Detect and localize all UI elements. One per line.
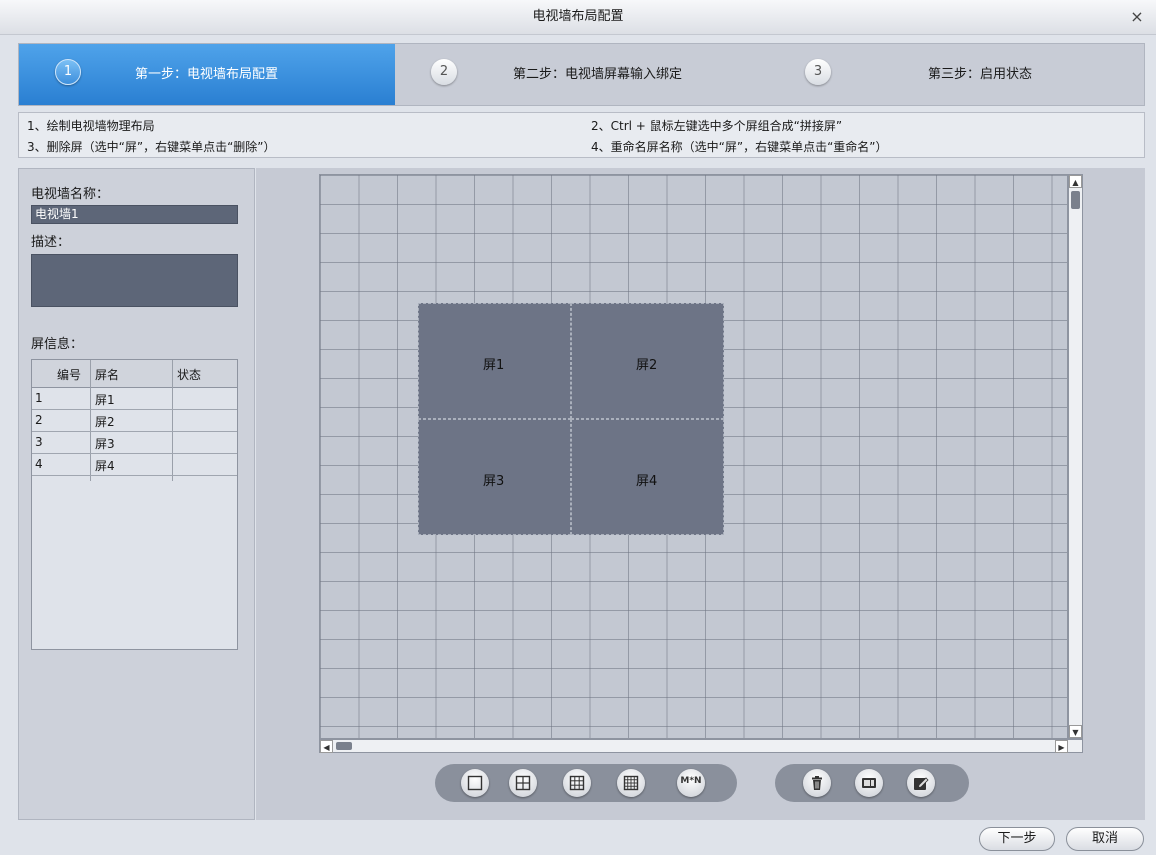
single-screen-icon[interactable] xyxy=(461,769,489,797)
screen-tile-label: 屏2 xyxy=(636,358,658,373)
screen-tile-label: 屏1 xyxy=(483,358,505,373)
scroll-left-icon[interactable]: ◀ xyxy=(320,740,333,753)
row-name: 屏4 xyxy=(95,459,115,473)
layout-toolbar: M*N xyxy=(435,764,737,802)
grid-3x3-icon[interactable] xyxy=(563,769,591,797)
step-2-label: 第二步：电视墙屏幕输入绑定 xyxy=(513,67,683,82)
instruction-2: 2、Ctrl + 鼠标左键选中多个屏组合成“拼接屏” xyxy=(591,119,843,133)
layout-area: 屏1 屏2 屏3 屏4 ▲ ▼ ◀ ▶ M*N xyxy=(256,168,1145,820)
row-id: 3 xyxy=(35,435,43,449)
row-name: 屏3 xyxy=(95,437,115,451)
wall-name-input[interactable]: 电视墙1 xyxy=(31,205,238,224)
custom-grid-icon[interactable]: M*N xyxy=(677,769,705,797)
table-row[interactable]: 2 屏2 xyxy=(32,410,237,432)
grid-4x4-icon[interactable] xyxy=(617,769,645,797)
row-name: 屏1 xyxy=(95,393,115,407)
step-1-number: 1 xyxy=(55,59,81,85)
horizontal-scroll-thumb[interactable] xyxy=(336,742,352,750)
description-label: 描述： xyxy=(31,235,71,250)
grid-2x2-icon[interactable] xyxy=(509,769,537,797)
step-3-label: 第三步：启用状态 xyxy=(928,67,1033,82)
screen-tile-label: 屏4 xyxy=(636,474,658,489)
screen-tile[interactable]: 屏1 xyxy=(418,303,571,419)
step-bar: 1 第一步：电视墙布局配置 2 第二步：电视墙屏幕输入绑定 3 第三步：启用状态 xyxy=(18,43,1145,106)
description-input[interactable] xyxy=(31,254,238,307)
step-1-label: 第一步：电视墙布局配置 xyxy=(135,67,279,82)
column-header-name: 屏名 xyxy=(95,368,120,382)
screen-table: 编号 屏名 状态 1 屏1 2 屏2 3 屏3 4 屏4 xyxy=(31,359,238,650)
wall-name-label: 电视墙名称： xyxy=(31,187,110,202)
scroll-right-icon[interactable]: ▶ xyxy=(1055,740,1068,753)
instructions-box: 1、绘制电视墙物理布局 2、Ctrl + 鼠标左键选中多个屏组合成“拼接屏” 3… xyxy=(18,112,1145,158)
vertical-scrollbar[interactable]: ▲ ▼ xyxy=(1068,174,1083,739)
wall-info-panel: 电视墙名称： 电视墙1 描述： 屏信息： 编号 屏名 状态 1 屏1 2 屏2 … xyxy=(18,168,255,820)
screen-tile[interactable]: 屏3 xyxy=(418,419,571,535)
step-3-number: 3 xyxy=(805,59,831,85)
layout-canvas[interactable]: 屏1 屏2 屏3 屏4 xyxy=(319,174,1068,739)
edit-icon[interactable] xyxy=(907,769,935,797)
row-id: 2 xyxy=(35,413,43,427)
instruction-4: 4、重命名屏名称（选中“屏”，右键菜单点击“重命名”） xyxy=(591,140,888,154)
row-id: 1 xyxy=(35,391,43,405)
instruction-1: 1、绘制电视墙物理布局 xyxy=(27,119,155,133)
row-name: 屏2 xyxy=(95,415,115,429)
vertical-scroll-thumb[interactable] xyxy=(1071,191,1080,209)
screen-tile[interactable]: 屏4 xyxy=(571,419,724,535)
screen-tile[interactable]: 屏2 xyxy=(571,303,724,419)
custom-grid-label: M*N xyxy=(680,776,702,786)
screen-tile-label: 屏3 xyxy=(483,474,505,489)
cancel-button[interactable]: 取消 xyxy=(1066,827,1144,851)
step-1[interactable]: 1 第一步：电视墙布局配置 xyxy=(19,44,395,105)
table-row[interactable]: 3 屏3 xyxy=(32,432,237,454)
row-id: 4 xyxy=(35,457,43,471)
title-bar: 电视墙布局配置 × xyxy=(0,0,1156,35)
screen-info-label: 屏信息： xyxy=(31,337,84,352)
step-2-number: 2 xyxy=(431,59,457,85)
edit-toolbar xyxy=(775,764,969,802)
scroll-up-icon[interactable]: ▲ xyxy=(1069,175,1082,188)
table-header: 编号 屏名 状态 xyxy=(32,360,237,388)
instruction-3: 3、删除屏（选中“屏”，右键菜单点击“删除”） xyxy=(27,140,276,154)
window-title: 电视墙布局配置 xyxy=(532,9,624,24)
next-step-button[interactable]: 下一步 xyxy=(979,827,1055,851)
horizontal-scrollbar[interactable]: ◀ ▶ xyxy=(319,739,1083,753)
column-header-status: 状态 xyxy=(177,368,202,382)
delete-icon[interactable] xyxy=(803,769,831,797)
close-icon[interactable]: × xyxy=(1126,6,1148,28)
scroll-down-icon[interactable]: ▼ xyxy=(1069,725,1082,738)
screen-icon[interactable] xyxy=(855,769,883,797)
step-2[interactable]: 2 第二步：电视墙屏幕输入绑定 xyxy=(395,44,769,105)
table-row[interactable]: 4 屏4 xyxy=(32,454,237,476)
step-3[interactable]: 3 第三步：启用状态 xyxy=(769,44,1144,105)
table-row[interactable]: 1 屏1 xyxy=(32,388,237,410)
column-header-id: 编号 xyxy=(57,368,82,382)
